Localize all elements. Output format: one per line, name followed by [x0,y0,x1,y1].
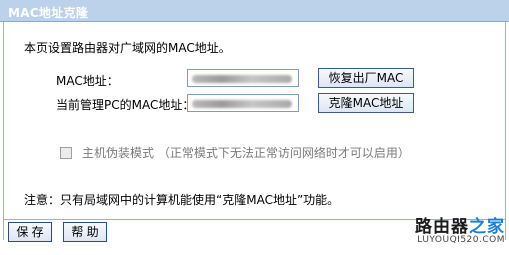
host-spoof-checkbox[interactable] [60,146,72,159]
page-description: 本页设置路由器对广域网的MAC地址。 [24,41,231,55]
note-text: 注意：只有局域网中的计算机能使用“克隆MAC地址”功能。 [24,193,340,207]
help-button[interactable]: 帮 助 [63,222,107,242]
pc-mac-address-label: 当前管理PC的MAC地址： [56,98,195,112]
watermark-logo: 路由器之家 LUYOUQI520.COM [415,212,505,245]
host-spoof-option: 主机伪装模式 （正常模式下无法正常访问网络时才可以启用） [60,144,410,161]
mac-address-label: MAC地址： [56,74,119,88]
title-bar: MAC地址克隆 [0,0,509,22]
redacted-value [192,75,292,83]
clone-mac-button[interactable]: 克隆MAC地址 [318,93,414,113]
mac-address-input[interactable] [187,69,299,87]
redacted-value [192,100,292,108]
logo-url: LUYOUQI520.COM [417,235,505,245]
restore-factory-mac-button[interactable]: 恢复出厂MAC [318,68,414,88]
host-spoof-label: 主机伪装模式 （正常模式下无法正常访问网络时才可以启用） [82,146,410,160]
pc-mac-address-input[interactable] [187,94,299,112]
page-title: MAC地址克隆 [8,6,89,20]
save-button[interactable]: 保 存 [8,222,52,242]
logo-text: 路由器之家 [415,217,505,237]
